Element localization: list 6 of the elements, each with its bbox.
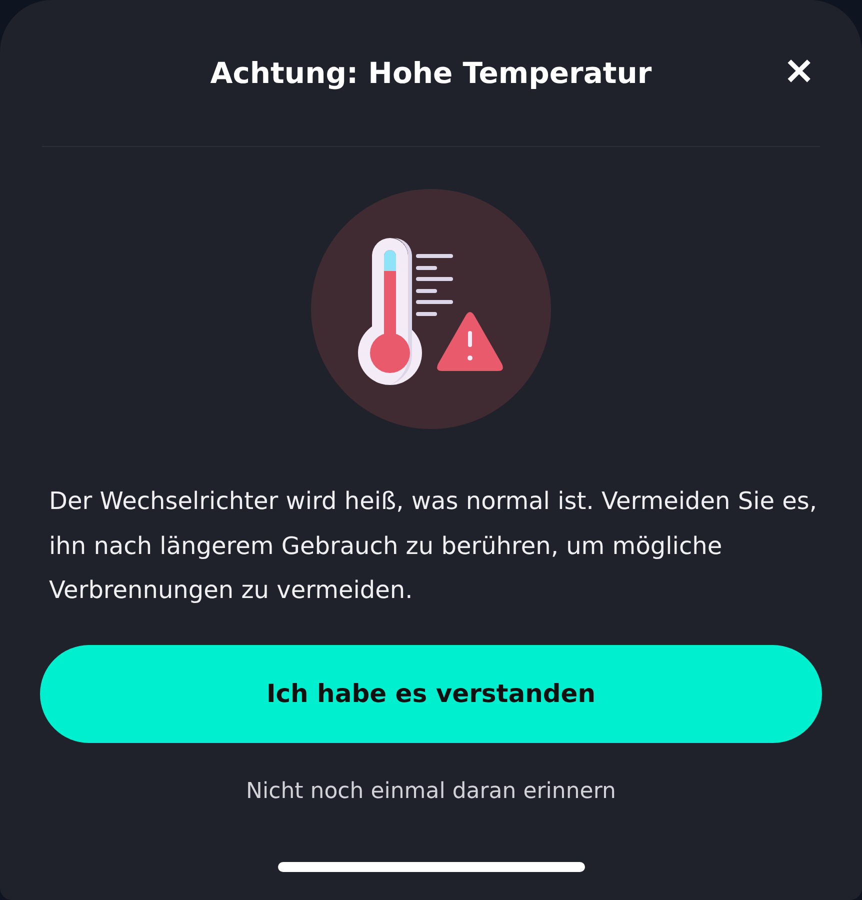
close-button[interactable]: ✕ <box>784 50 814 94</box>
thermometer-warning-icon <box>311 189 551 429</box>
dialog-title: Achtung: Hohe Temperatur <box>210 56 652 90</box>
warning-message: Der Wechselrichter wird heiß, was normal ist. Vermeiden Sie es, ihn nach längerem Gebrauch zu berühren, um mögliche Verbrennungen zu vermeiden. <box>49 486 818 606</box>
confirm-button[interactable]: Ich habe es verstanden <box>40 644 822 742</box>
dont-remind-link[interactable]: Nicht noch einmal daran erinnern <box>246 778 616 804</box>
